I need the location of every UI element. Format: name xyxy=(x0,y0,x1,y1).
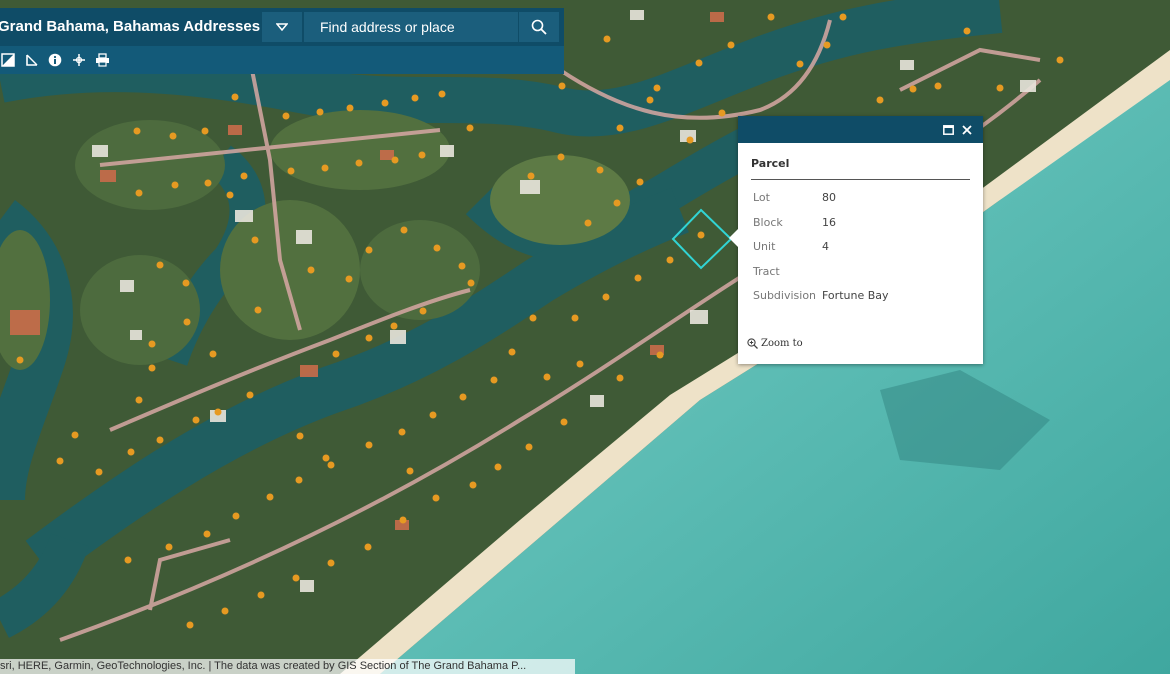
field-value-subdivision: Fortune Bay xyxy=(822,289,889,302)
field-value-block: 16 xyxy=(822,216,836,229)
field-label-tract: Tract xyxy=(753,265,780,278)
move-icon xyxy=(73,54,85,66)
app-title: Grand Bahama, Bahamas Addresses xyxy=(0,18,261,35)
popup-pointer xyxy=(729,228,739,248)
info-icon xyxy=(48,53,62,67)
field-label-unit: Unit xyxy=(753,240,776,253)
field-label-subdivision: Subdivision xyxy=(753,289,817,302)
map-toolbar xyxy=(0,46,564,74)
measure-button[interactable] xyxy=(24,52,40,68)
search-icon xyxy=(531,19,547,35)
map-attribution: sri, HERE, Garmin, GeoTechnologies, Inc.… xyxy=(0,659,575,674)
popup-title: Parcel xyxy=(751,157,790,170)
maximize-icon xyxy=(942,125,954,135)
popup-maximize-button[interactable] xyxy=(941,123,955,137)
search-source-dropdown[interactable] xyxy=(262,12,302,42)
field-label-lot: Lot xyxy=(753,191,770,204)
search-button[interactable] xyxy=(518,12,559,42)
basemap-gallery-button[interactable] xyxy=(0,52,16,68)
field-label-block: Block xyxy=(753,216,783,229)
basemap-icon xyxy=(1,53,15,67)
zoom-to-link[interactable]: Zoom to xyxy=(747,338,803,349)
about-button[interactable] xyxy=(47,52,63,68)
zoom-to-label: Zoom to xyxy=(761,338,803,349)
close-icon xyxy=(962,125,972,135)
popup-header xyxy=(738,116,983,143)
chevron-down-icon xyxy=(276,23,288,31)
print-icon xyxy=(95,53,109,67)
satellite-map[interactable] xyxy=(0,0,1170,674)
parcel-popup: Parcel Lot 80 Block 16 Unit 4 Tract Subd… xyxy=(729,116,983,364)
measure-icon xyxy=(26,54,38,66)
search-input[interactable] xyxy=(304,12,518,42)
zoom-in-icon xyxy=(747,338,758,349)
pan-button[interactable] xyxy=(71,52,87,68)
app-header: Grand Bahama, Bahamas Addresses xyxy=(0,8,564,46)
popup-divider xyxy=(751,179,970,180)
popup-close-button[interactable] xyxy=(960,123,974,137)
field-value-lot: 80 xyxy=(822,191,836,204)
field-value-unit: 4 xyxy=(822,240,829,253)
print-button[interactable] xyxy=(94,52,110,68)
